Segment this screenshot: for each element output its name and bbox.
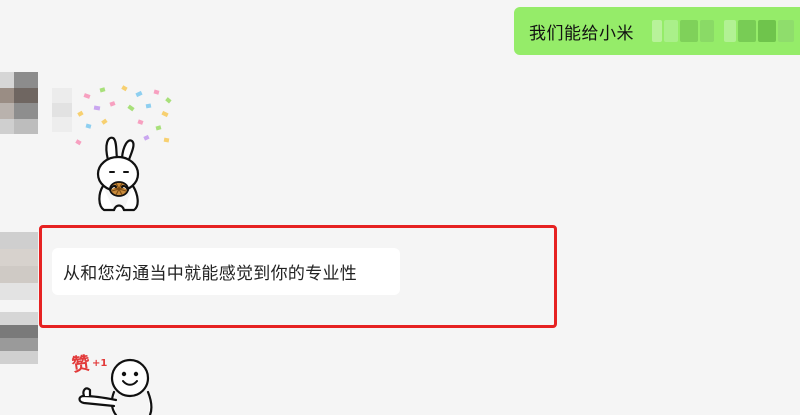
plus-one-text: +1	[92, 358, 107, 369]
outgoing-message-bubble[interactable]: 我们能给小米	[514, 7, 800, 55]
pixelated-mosaic	[52, 88, 72, 132]
outgoing-message-text: 我们能给小米	[529, 23, 634, 44]
redacted-text-mosaic	[634, 20, 794, 42]
contact-avatar[interactable]	[0, 232, 38, 300]
incoming-message-bubble[interactable]: 从和您沟通当中就能感觉到你的专业性	[52, 248, 400, 295]
contact-avatar[interactable]	[0, 72, 38, 134]
chat-window: 我们能给小米 从和您沟通当中就能感觉到你的专业性 赞 +1	[0, 0, 800, 415]
confetti-bunny-sticker[interactable]	[70, 82, 180, 214]
thumbs-up-zan-sticker[interactable]: 赞 +1	[70, 348, 190, 415]
contact-avatar[interactable]	[0, 312, 38, 364]
bunny-icon	[96, 136, 140, 212]
incoming-message-text: 从和您沟通当中就能感觉到你的专业性	[63, 264, 358, 284]
zan-text: 赞	[70, 353, 91, 376]
confetti-icon	[75, 85, 172, 146]
